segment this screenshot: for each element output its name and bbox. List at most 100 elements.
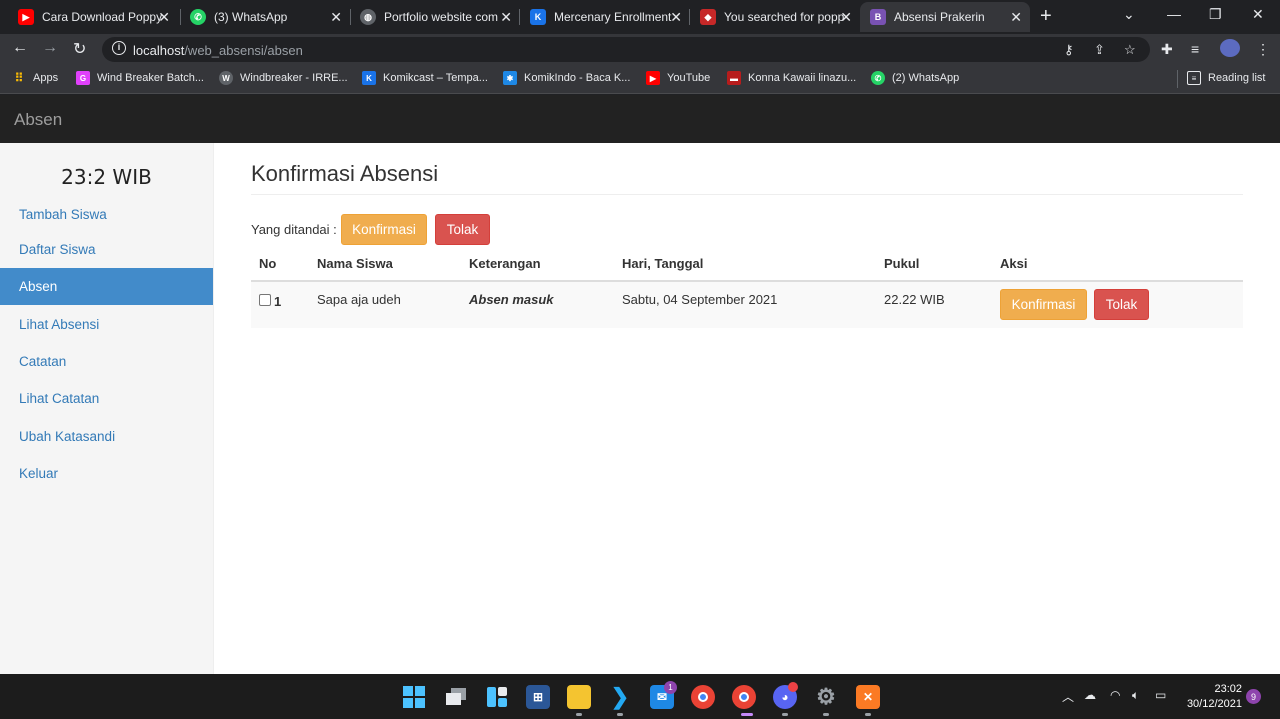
bookmark-youtube[interactable]: ▶ YouTube [646, 71, 710, 85]
app-brand[interactable]: Absen [14, 110, 62, 130]
sidebar-item-catatan[interactable]: Catatan [0, 343, 213, 380]
settings-gear-icon[interactable]: ⚙ [814, 684, 838, 709]
title-divider [251, 194, 1243, 195]
wifi-icon[interactable]: ◠ [1110, 688, 1120, 702]
student-name: Sapa aja udeh [317, 292, 401, 307]
column-header-keterangan: Keterangan [469, 256, 541, 271]
url-host: localhost [133, 43, 185, 58]
running-indicator [576, 713, 582, 716]
close-icon[interactable]: ✕ [500, 9, 512, 26]
whatsapp-icon: ✆ [190, 9, 206, 25]
bookmark-komikcast[interactable]: K Komikcast – Tempa... [362, 71, 488, 85]
bookmark-komikindo[interactable]: ✱ KomikIndo - Baca K... [503, 71, 630, 85]
youtube-icon: ▶ [646, 71, 660, 85]
browser-toolbar: ← → ↻ i localhost/web_absensi/absen ⚷ ⇪ … [0, 34, 1280, 64]
confirm-selected-button[interactable]: Konfirmasi [341, 214, 427, 245]
running-indicator [823, 713, 829, 716]
url-path: /web_absensi/absen [184, 43, 303, 58]
mail-badge: 1 [664, 681, 677, 694]
globe-icon: ◍ [360, 9, 376, 25]
chrome-profile-icon[interactable] [732, 685, 756, 709]
column-header-aksi: Aksi [1000, 256, 1028, 271]
notification-count-badge[interactable]: 9 [1246, 689, 1261, 704]
close-icon[interactable]: ✕ [1010, 9, 1022, 26]
row-select-checkbox[interactable] [259, 294, 271, 306]
system-clock[interactable]: 23:02 30/12/2021 [1186, 682, 1242, 712]
tab-label: You searched for popp [724, 10, 845, 24]
row-confirm-button[interactable]: Konfirmasi [1000, 289, 1087, 320]
reading-list[interactable]: ≡ Reading list [1187, 71, 1265, 85]
bookmark-windbreaker[interactable]: W Windbreaker - IRRE... [219, 71, 348, 85]
komikindo-icon: ✱ [503, 71, 517, 85]
tab-search-chevron-icon[interactable]: ⌄ [1123, 6, 1135, 23]
vscode-icon[interactable]: ❯ [608, 684, 632, 709]
bookmark-label: Windbreaker - IRRE... [240, 72, 348, 84]
media-queue-icon[interactable]: ≡ [1191, 41, 1199, 57]
sidebar-item-absen[interactable]: Absen [0, 268, 213, 305]
bookmark-konna-kawaii[interactable]: ▬ Konna Kawaii linazu... [727, 71, 856, 85]
tab-cara-download[interactable]: ▶ Cara Download Poppy ✕ [8, 2, 178, 32]
tab-poppy-search[interactable]: ◆ You searched for popp ✕ [690, 2, 860, 32]
chrome-icon[interactable] [691, 685, 715, 709]
sidebar-item-ubah-katasandi[interactable]: Ubah Katasandi [0, 418, 213, 455]
tab-absensi-prakerin[interactable]: B Absensi Prakerin ✕ [860, 2, 1030, 32]
komikcast-icon: K [362, 71, 376, 85]
url-text[interactable]: localhost/web_absensi/absen [133, 43, 303, 58]
sidebar-item-tambah-siswa[interactable]: Tambah Siswa [0, 196, 213, 233]
share-icon[interactable]: ⇪ [1094, 42, 1105, 58]
new-tab-icon[interactable]: + [1040, 5, 1052, 28]
task-view-icon[interactable] [444, 685, 468, 709]
tab-whatsapp[interactable]: ✆ (3) WhatsApp ✕ [180, 2, 350, 32]
microsoft-store-icon[interactable]: ⊞ [526, 685, 550, 709]
bookmarks-divider [1177, 70, 1178, 88]
key-icon[interactable]: ⚷ [1064, 42, 1074, 58]
close-icon[interactable]: ✕ [158, 9, 170, 26]
site-info-icon[interactable]: i [112, 41, 126, 55]
widgets-icon[interactable] [485, 685, 509, 709]
reload-icon[interactable]: ↻ [73, 39, 86, 59]
tab-portfolio[interactable]: ◍ Portfolio website com ✕ [350, 2, 520, 32]
close-icon[interactable]: ✕ [840, 9, 852, 26]
profile-avatar-icon[interactable] [1220, 39, 1240, 57]
back-arrow-icon[interactable]: ← [12, 39, 28, 57]
close-icon[interactable]: ✕ [670, 9, 682, 26]
volume-icon[interactable]: 🔈︎ [1132, 688, 1139, 703]
minimize-icon[interactable]: — [1167, 6, 1181, 22]
close-icon[interactable]: ✕ [330, 9, 342, 26]
restore-icon[interactable]: ❐ [1209, 6, 1222, 23]
column-header-tanggal: Hari, Tanggal [622, 256, 704, 271]
clock-date: 30/12/2021 [1186, 698, 1242, 710]
bookmark-label: YouTube [667, 72, 711, 84]
wordpress-icon: W [219, 71, 233, 85]
extensions-puzzle-icon[interactable]: ✚ [1161, 41, 1173, 58]
bookmark-label: KomikIndo - Baca K... [524, 72, 631, 84]
tab-mercenary[interactable]: K Mercenary Enrollment ✕ [520, 2, 690, 32]
windows-start-icon[interactable] [402, 685, 426, 709]
bookmark-whatsapp[interactable]: ✆ (2) WhatsApp [871, 71, 959, 85]
address-bar[interactable]: i localhost/web_absensi/absen ⚷ ⇪ ☆ [102, 37, 1150, 62]
reading-list-label: Reading list [1208, 72, 1266, 84]
sidebar-item-lihat-absensi[interactable]: Lihat Absensi [0, 306, 213, 343]
sidebar-item-lihat-catatan[interactable]: Lihat Catatan [0, 380, 213, 417]
running-indicator [865, 713, 871, 716]
file-explorer-icon[interactable] [567, 685, 591, 709]
xampp-icon[interactable]: ✕ [856, 685, 880, 709]
tray-chevron-up-icon[interactable]: ︿ [1062, 688, 1074, 705]
reject-selected-button[interactable]: Tolak [435, 214, 490, 245]
tab-label: Cara Download Poppy [42, 10, 163, 24]
battery-icon[interactable]: ▭ [1155, 688, 1166, 702]
bookmarks-bar: ⠿ Apps G Wind Breaker Batch... W Windbre… [0, 64, 1280, 94]
onedrive-cloud-icon[interactable]: ☁ [1084, 688, 1096, 702]
sidebar-item-daftar-siswa[interactable]: Daftar Siswa [0, 231, 213, 268]
bookmark-apps[interactable]: ⠿ Apps [12, 71, 58, 85]
bookmark-wind-breaker[interactable]: G Wind Breaker Batch... [76, 71, 204, 85]
sidebar-item-keluar[interactable]: Keluar [0, 455, 213, 492]
menu-kebab-icon[interactable]: ⋮ [1256, 41, 1270, 58]
browser-tab-bar: ▶ Cara Download Poppy ✕ ✆ (3) WhatsApp ✕… [0, 0, 1280, 34]
window-close-icon[interactable]: ✕ [1252, 6, 1264, 23]
apps-grid-icon: ⠿ [14, 71, 24, 85]
bookmark-star-icon[interactable]: ☆ [1124, 42, 1136, 58]
row-reject-button[interactable]: Tolak [1094, 289, 1149, 320]
forward-arrow-icon[interactable]: → [42, 39, 58, 57]
tab-label: (3) WhatsApp [214, 10, 288, 24]
